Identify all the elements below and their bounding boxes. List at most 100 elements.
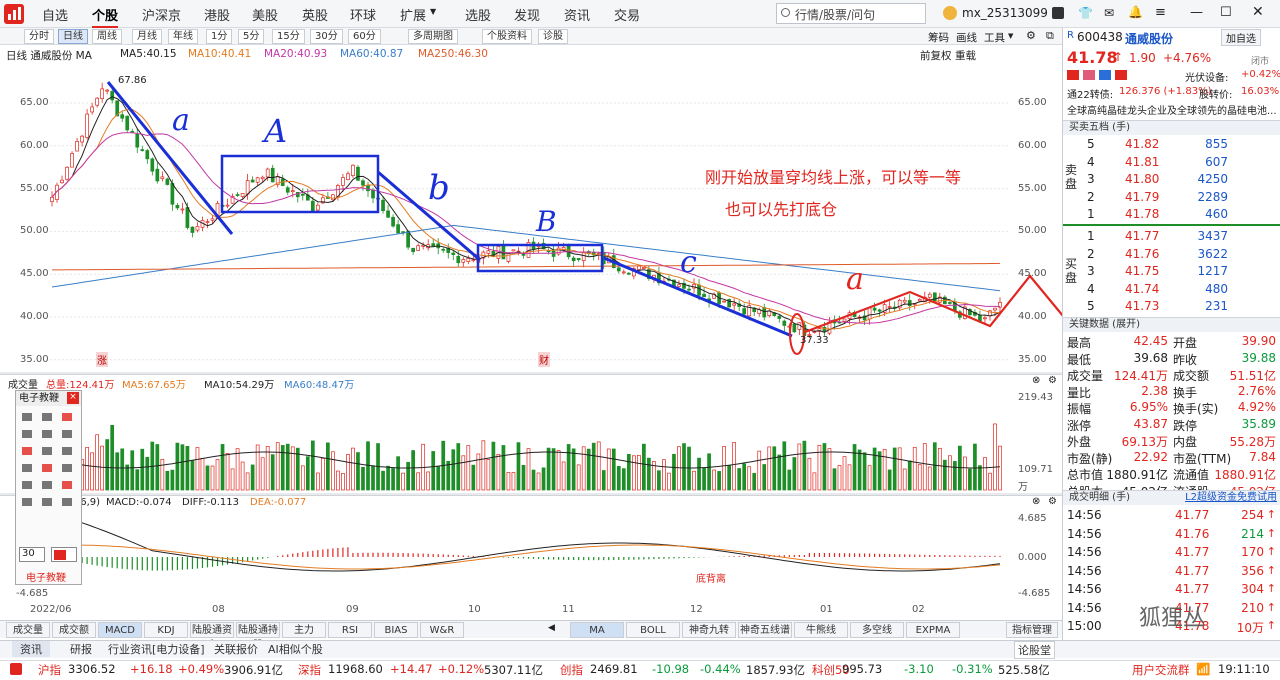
restore-icon[interactable]: ⧉ [1046, 29, 1054, 43]
period-tab[interactable]: 月线 [132, 29, 162, 44]
avatar[interactable] [943, 6, 957, 20]
minimize-icon[interactable]: — [1190, 5, 1203, 20]
mail-icon[interactable]: ✉ [1104, 6, 1114, 20]
nav-item[interactable]: 自选 [42, 5, 68, 24]
text-icon[interactable] [42, 464, 52, 472]
arrow-icon[interactable] [22, 430, 32, 438]
overlay-tab[interactable]: BOLL [626, 622, 680, 638]
shape-icon[interactable] [62, 498, 72, 506]
forum-button[interactable]: 论股堂 [1014, 641, 1055, 659]
fill-ellipse-icon[interactable] [22, 464, 32, 472]
indicator-tab[interactable]: 成交额 [52, 622, 96, 638]
settings-icon[interactable]: ⚙ [1026, 29, 1036, 42]
zoom-icon[interactable] [62, 481, 72, 489]
add-watchlist-button[interactable]: 加自选 [1221, 29, 1261, 46]
period-tab[interactable]: 30分 [310, 29, 343, 44]
text-size-icon[interactable] [62, 464, 72, 472]
nav-item[interactable]: 扩展 [400, 5, 426, 24]
indicator-tab[interactable]: W&R [420, 622, 464, 638]
sell-price[interactable]: 41.81 [1125, 155, 1159, 169]
stock-profile-tab[interactable]: 个股资料 [482, 29, 532, 44]
eraser-icon[interactable] [22, 413, 32, 421]
indicator-tab[interactable]: 成交量 [6, 622, 50, 638]
nav-item[interactable]: 发现 [514, 5, 540, 24]
bottom-tab[interactable]: 研报 [70, 641, 92, 657]
index-name[interactable]: 创指 [560, 662, 583, 678]
nav-item[interactable]: 美股 [252, 5, 278, 24]
overlay-tab-active[interactable]: MA [570, 622, 624, 638]
indicator-tab[interactable]: BIAS [374, 622, 418, 638]
rect-icon[interactable] [22, 447, 32, 455]
nav-item[interactable]: 港股 [204, 5, 230, 24]
buy-price[interactable]: 41.73 [1125, 299, 1159, 313]
search-input[interactable]: 行情/股票/问句 [776, 3, 926, 24]
indicator-tab[interactable]: KDJ [144, 622, 188, 638]
folder-icon[interactable] [42, 498, 52, 506]
home-icon[interactable] [10, 663, 22, 675]
nav-item[interactable]: 资讯 [564, 5, 590, 24]
close-icon[interactable]: × [67, 392, 79, 404]
period-tab[interactable]: 15分 [272, 29, 305, 44]
nav-item[interactable]: 英股 [302, 5, 328, 24]
indicator-tab[interactable]: 陆股通资金 [190, 622, 234, 651]
line-icon[interactable] [42, 430, 52, 438]
sell-price[interactable]: 41.79 [1125, 190, 1159, 204]
tools-button[interactable]: 工具 [984, 30, 1005, 45]
keydata-title[interactable]: 关键数据 (展开) [1063, 317, 1280, 332]
multi-period-tab[interactable]: 多周期图 [408, 29, 458, 44]
bottom-tab-active[interactable]: 资讯 [12, 641, 50, 657]
size-select[interactable]: 30 [19, 547, 45, 562]
bottom-tab[interactable]: AI相似个股 [268, 641, 323, 657]
period-tab-active[interactable]: 日线 [58, 29, 88, 44]
sell-price[interactable]: 41.82 [1125, 137, 1159, 151]
marker-icon[interactable] [62, 413, 72, 421]
pen-icon[interactable] [42, 413, 52, 421]
nav-item[interactable]: 选股 [465, 5, 491, 24]
ellipse-icon[interactable] [42, 447, 52, 455]
overlay-tab[interactable]: EXPMA [906, 622, 960, 638]
settings-icon[interactable]: ⚙ [1048, 375, 1057, 386]
index-name[interactable]: 沪指 [38, 662, 61, 678]
indicator-tab[interactable]: 主力 [282, 622, 326, 638]
close-icon[interactable]: ✕ [1252, 4, 1264, 20]
concept-label[interactable]: 光伏设备: [1185, 69, 1228, 84]
period-tab[interactable]: 1分 [206, 29, 233, 44]
buy-price[interactable]: 41.75 [1125, 264, 1159, 278]
diagnose-tab[interactable]: 诊股 [538, 29, 568, 44]
chips-button[interactable]: 筹码 [928, 30, 949, 45]
shirt-icon[interactable]: 👕 [1078, 6, 1093, 20]
indicator-tab-active[interactable]: MACD [98, 622, 142, 638]
sell-price[interactable]: 41.78 [1125, 207, 1159, 221]
period-tab[interactable]: 5分 [238, 29, 265, 44]
overlay-tab[interactable]: 多空线 [850, 622, 904, 638]
nav-item[interactable]: 环球 [350, 5, 376, 24]
overlay-tab[interactable]: 牛熊线 [794, 622, 848, 638]
period-tab[interactable]: 周线 [92, 29, 122, 44]
user-group-link[interactable]: 用户交流群 [1132, 662, 1190, 678]
nav-item[interactable]: 交易 [614, 5, 640, 24]
close-icon[interactable]: ⊗ [1032, 496, 1040, 507]
indicator-manage-button[interactable]: 指标管理 [1006, 622, 1058, 638]
pointer-toolbox[interactable]: 电子教鞭 × 30 电子教鞭 [15, 390, 82, 585]
sell-price[interactable]: 41.80 [1125, 172, 1159, 186]
nav-item[interactable]: 沪深京 [142, 5, 181, 24]
l2-link[interactable]: L2超级资金免费试用 [1185, 491, 1277, 505]
save-icon[interactable] [22, 498, 32, 506]
close-icon[interactable]: ⊗ [1032, 375, 1040, 386]
username[interactable]: mx_25313099 [962, 6, 1050, 20]
nav-item-active[interactable]: 个股 [92, 5, 119, 28]
bottom-tab[interactable]: 行业资讯[电力设备] [108, 641, 205, 657]
period-tab[interactable]: 分时 [24, 29, 54, 44]
screen-icon[interactable] [42, 481, 52, 489]
draw-line-button[interactable]: 画线 [956, 30, 977, 45]
color-select[interactable] [51, 547, 77, 562]
menu-icon[interactable]: ≡ [1155, 5, 1166, 20]
indicator-tab[interactable]: 陆股通持股 [236, 622, 280, 651]
buy-price[interactable]: 41.77 [1125, 229, 1159, 243]
maximize-icon[interactable]: ☐ [1220, 5, 1232, 20]
diagonal-icon[interactable] [62, 430, 72, 438]
black-rect-icon[interactable] [22, 481, 32, 489]
fill-rect-icon[interactable] [62, 447, 72, 455]
indicator-tab[interactable]: RSI [328, 622, 372, 638]
overlay-tab[interactable]: 神奇五线谱 [738, 622, 792, 638]
